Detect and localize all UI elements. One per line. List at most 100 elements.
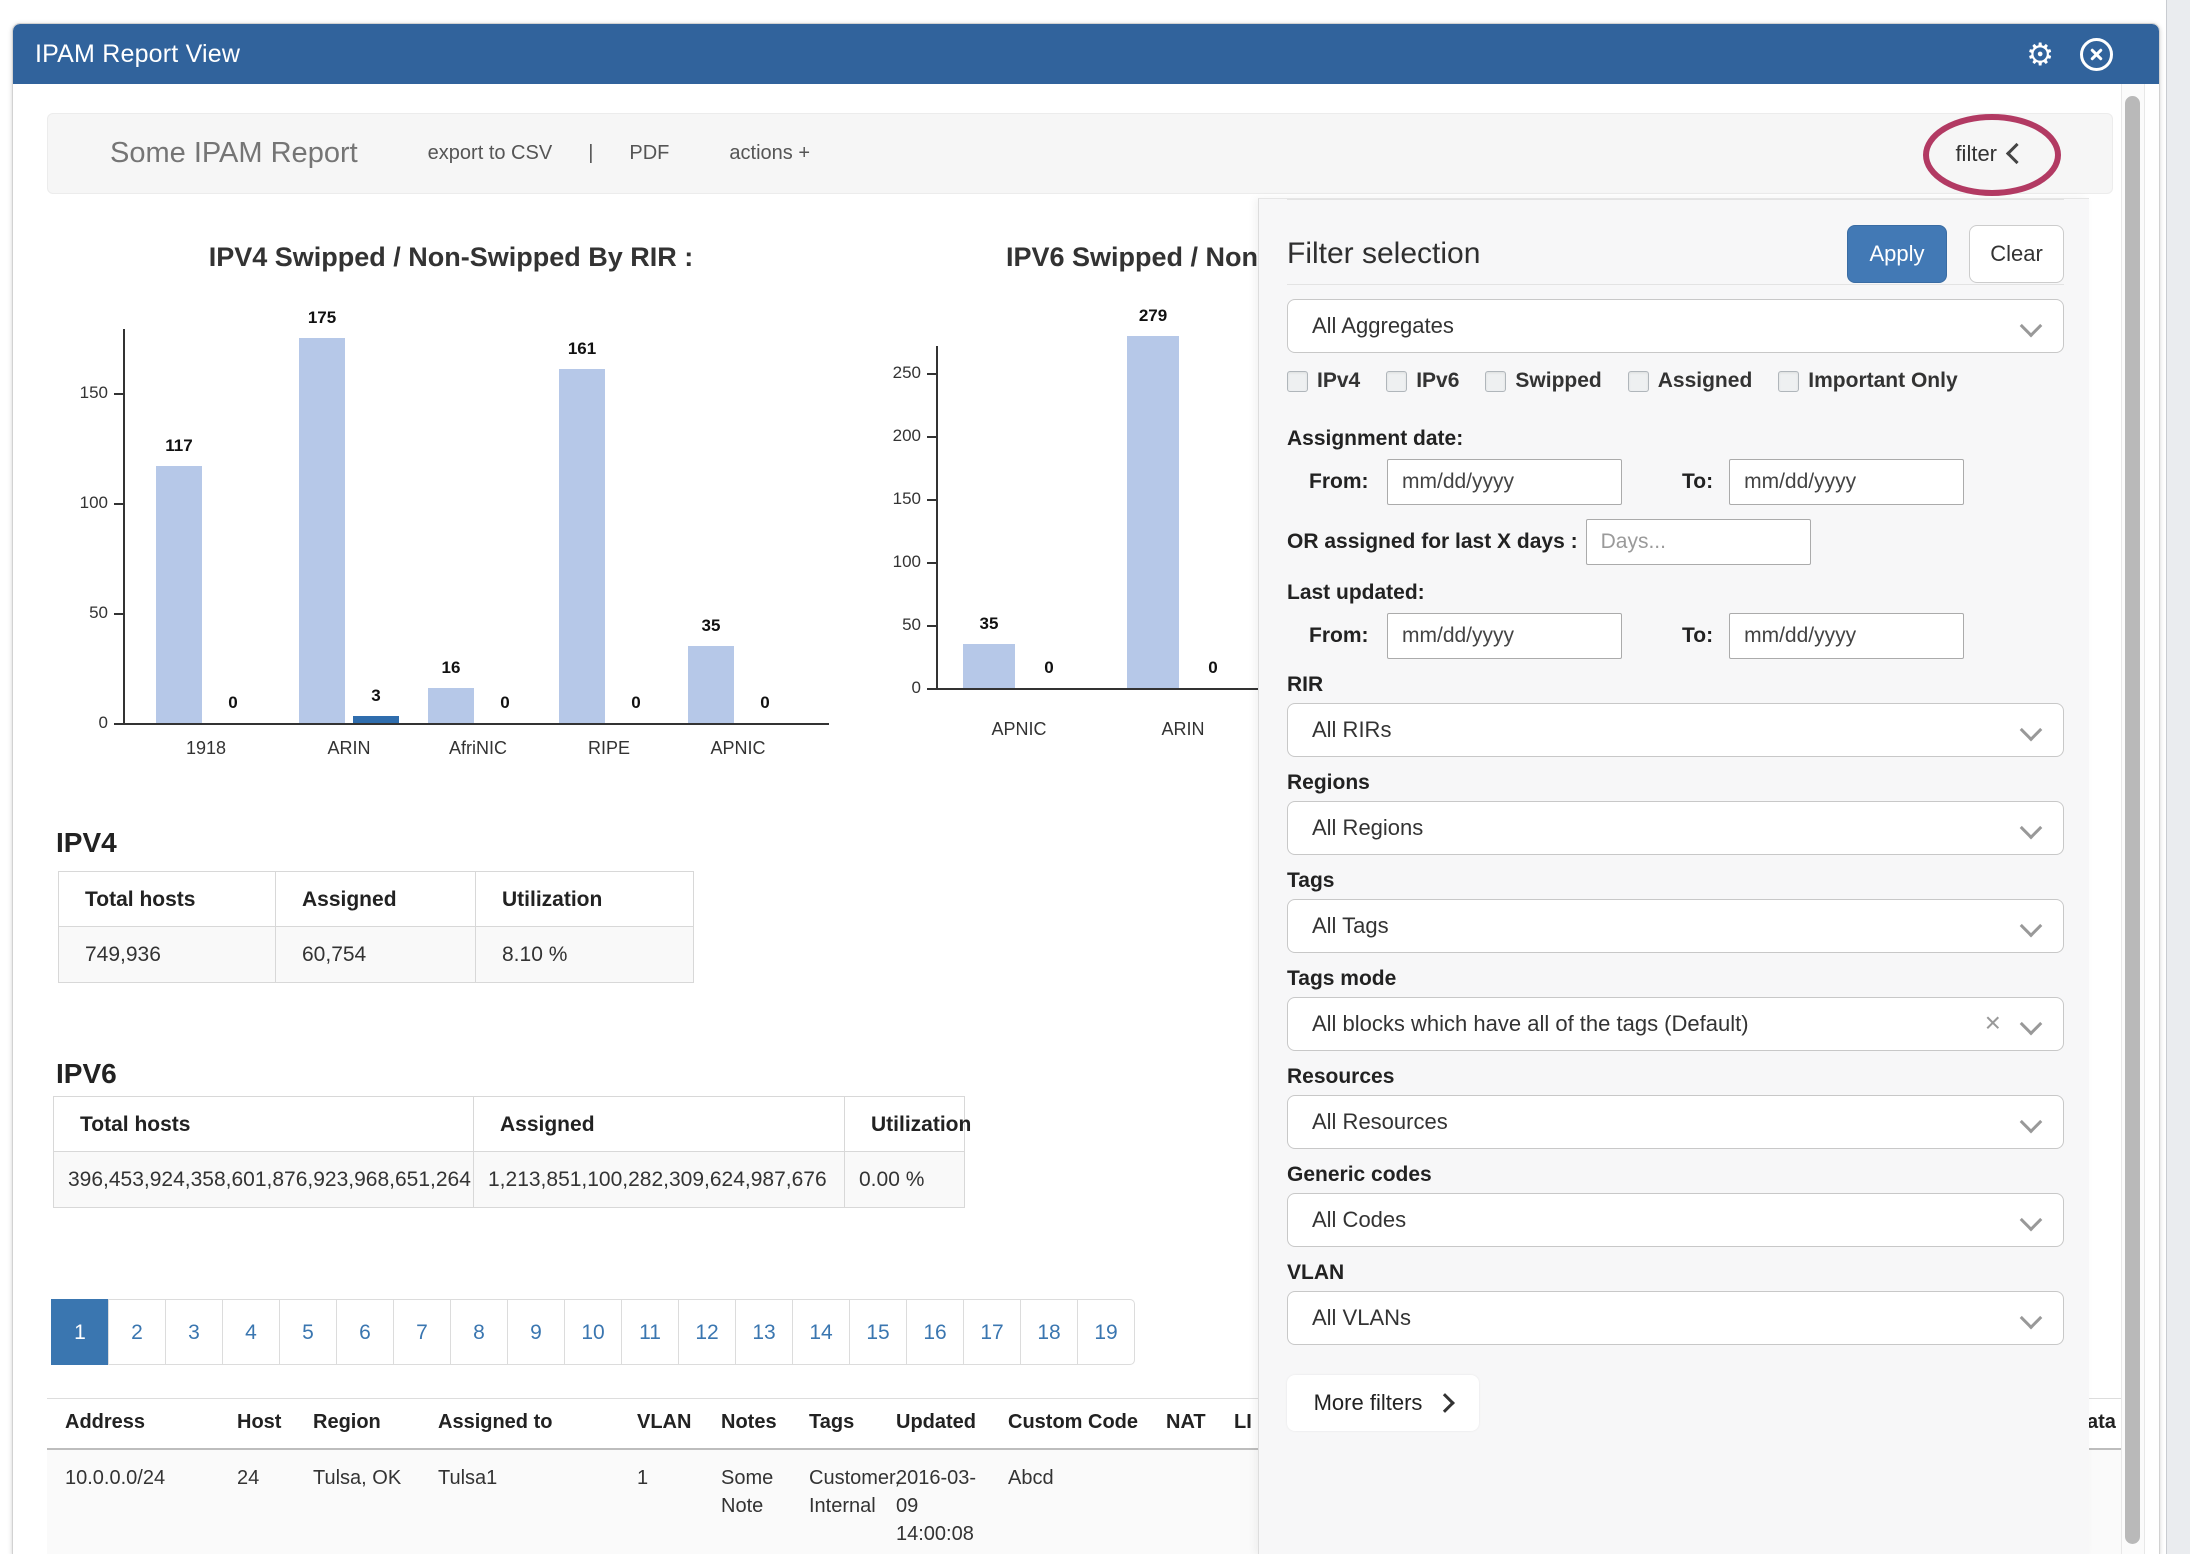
chevron-down-icon [2020,315,2043,338]
page-button[interactable]: 2 [108,1299,166,1365]
apply-button[interactable]: Apply [1847,225,1947,283]
chevron-down-icon [2020,915,2043,938]
bar [559,369,605,723]
gear-icon[interactable]: ⚙ [2026,39,2054,70]
days-input[interactable] [1586,519,1811,565]
more-filters-button[interactable]: More filters [1287,1375,1479,1431]
category-label: RIPE [549,738,669,759]
export-csv-link[interactable]: export to CSV [428,142,553,165]
actions-menu-link[interactable]: actions + [729,142,810,165]
cell-host: 24 [237,1464,297,1492]
page-button[interactable]: 9 [507,1299,565,1365]
filter-toggle-button[interactable]: filter [1955,141,2024,167]
updated-from-input[interactable] [1387,613,1622,659]
page-button[interactable]: 10 [564,1299,622,1365]
filter-checkbox[interactable]: Swipped [1485,369,1601,393]
from-label: From: [1309,470,1387,494]
close-icon[interactable] [2080,38,2113,71]
checkbox-icon [1485,371,1506,392]
to-label: To: [1682,470,1713,494]
clear-x-icon[interactable]: × [1985,1007,2001,1039]
filter-group-select[interactable]: All Tags [1287,899,2064,953]
filter-group-label: Resources [1287,1065,2064,1089]
assignment-date-row: From: To: [1287,459,2064,505]
page-button[interactable]: 5 [279,1299,337,1365]
checkbox-icon [1287,371,1308,392]
col-region: Region [313,1411,381,1434]
bar-value-label: 0 [475,693,535,713]
page-button[interactable]: 19 [1077,1299,1135,1365]
page-button[interactable]: 11 [621,1299,679,1365]
page-button[interactable]: 8 [450,1299,508,1365]
bar-value-label: 161 [552,339,612,359]
scrollbar-track[interactable] [2121,84,2145,1554]
assignment-to-input[interactable] [1729,459,1964,505]
page-button[interactable]: 1 [51,1299,109,1365]
page-button[interactable]: 3 [165,1299,223,1365]
page-button[interactable]: 16 [906,1299,964,1365]
bar-value-label: 35 [681,616,741,636]
tick-mark [927,436,936,438]
tick-mark [927,625,936,627]
chevron-down-icon [2020,1307,2043,1330]
page-button[interactable]: 7 [393,1299,451,1365]
page-button[interactable]: 15 [849,1299,907,1365]
checkbox-icon [1386,371,1407,392]
col-lir-truncated: LI [1234,1411,1252,1434]
bar-value-label: 0 [1183,658,1243,678]
filter-group-select[interactable]: All Codes [1287,1193,2064,1247]
bar-value-label: 0 [606,693,666,713]
assignment-from-input[interactable] [1387,459,1622,505]
category-label: APNIC [678,738,798,759]
filter-group: RIR All RIRs [1287,673,2064,757]
filter-checkbox[interactable]: IPv6 [1386,369,1459,393]
filter-checkbox[interactable]: Assigned [1628,369,1753,393]
filter-group-select[interactable]: All VLANs [1287,1291,2064,1345]
checkbox-row: IPv4 IPv6 Swipped Assigned Important Onl… [1287,369,2064,393]
tick-label: 150 [861,489,921,509]
filter-group-select[interactable]: All blocks which have all of the tags (D… [1287,997,2064,1051]
page-button[interactable]: 17 [963,1299,1021,1365]
aggregates-select-value: All Aggregates [1312,313,1454,339]
filter-group: Generic codes All Codes [1287,1163,2064,1247]
bar-value-label: 117 [149,436,209,456]
filter-group-select[interactable]: All RIRs [1287,703,2064,757]
filter-group-select-value: All RIRs [1312,717,1391,743]
last-updated-label: Last updated: [1287,581,2064,605]
bar-value-label: 35 [959,614,1019,634]
page-button[interactable]: 12 [678,1299,736,1365]
clear-button[interactable]: Clear [1969,225,2064,283]
page-button[interactable]: 6 [336,1299,394,1365]
tick-mark [927,688,936,690]
cell-tags: Customer, Internal [809,1464,893,1520]
bar-value-label: 0 [735,693,795,713]
bar-value-label: 0 [203,693,263,713]
filter-group-label: Generic codes [1287,1163,2064,1187]
filter-panel-title: Filter selection [1287,237,1480,271]
bar [156,466,202,723]
scrollbar-thumb[interactable] [2125,96,2140,1544]
cell-assigned-to: Tulsa1 [438,1464,628,1492]
aggregates-select[interactable]: All Aggregates [1287,299,2064,353]
filter-group-label: VLAN [1287,1261,2064,1285]
tick-label: 100 [861,552,921,572]
filter-checkbox[interactable]: Important Only [1778,369,1957,393]
page-button[interactable]: 13 [735,1299,793,1365]
filter-group-select[interactable]: All Resources [1287,1095,2064,1149]
updated-to-input[interactable] [1729,613,1964,659]
cell-vlan: 1 [637,1464,707,1492]
to-label: To: [1682,624,1713,648]
col-nat: NAT [1166,1411,1206,1434]
report-title: Some IPAM Report [110,137,358,170]
bar [428,688,474,723]
chevron-down-icon [2020,1013,2043,1036]
page-button[interactable]: 4 [222,1299,280,1365]
tick-mark [114,503,123,505]
page-button[interactable]: 18 [1020,1299,1078,1365]
filter-group-select[interactable]: All Regions [1287,801,2064,855]
page-button[interactable]: 14 [792,1299,850,1365]
filter-checkbox[interactable]: IPv4 [1287,369,1360,393]
window-title: IPAM Report View [35,40,240,69]
titlebar-icons: ⚙ [2026,24,2113,84]
export-pdf-link[interactable]: PDF [629,142,669,165]
